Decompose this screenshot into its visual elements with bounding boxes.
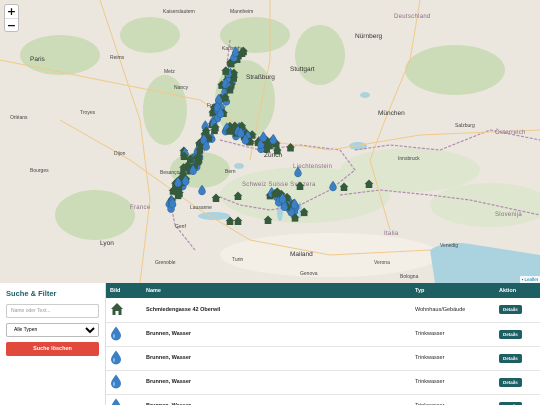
- house-marker[interactable]: [263, 215, 273, 225]
- search-input[interactable]: [6, 304, 99, 318]
- row-name: Brunnen, Wasser: [146, 379, 192, 385]
- row-type: Wohnhaus/Gebäude: [415, 306, 466, 313]
- table-header-row: Bild Name Typ Aktion: [106, 283, 540, 298]
- results-table: Bild Name Typ Aktion Schmiedengasse 42 O…: [106, 283, 540, 405]
- house-marker[interactable]: [225, 216, 235, 226]
- table-row[interactable]: Brunnen, Wasser Trinkwasser Details: [106, 346, 540, 370]
- details-button[interactable]: Details: [499, 377, 522, 387]
- water-marker[interactable]: [231, 46, 240, 57]
- map[interactable]: + − Kaiserslautern Mannheim Nürnberg Kar…: [0, 0, 540, 283]
- house-marker[interactable]: [221, 66, 231, 75]
- house-marker[interactable]: [295, 181, 305, 191]
- house-marker[interactable]: [299, 207, 309, 217]
- house-marker[interactable]: [233, 216, 243, 226]
- header-aktion: Aktion: [499, 287, 517, 294]
- row-name: Schmiedengasse 42 Oberwil: [146, 306, 221, 313]
- house-marker[interactable]: [364, 179, 374, 189]
- water-drop-icon: [110, 326, 122, 343]
- zoom-out-button[interactable]: −: [5, 18, 18, 32]
- map-attribution[interactable]: ▪ Leaflet: [519, 276, 540, 283]
- search-filter-panel: Suche & Filter Alle Typen Suche löschen: [0, 283, 106, 405]
- header-bild: Bild: [110, 287, 121, 294]
- zoom-in-button[interactable]: +: [5, 5, 18, 18]
- header-typ: Typ: [415, 287, 425, 294]
- zoom-control: + −: [4, 4, 19, 32]
- row-type: Trinkwasser: [415, 331, 445, 337]
- row-type: Trinkwasser: [415, 355, 445, 361]
- house-marker[interactable]: [339, 182, 349, 192]
- row-type: Trinkwasser: [415, 394, 499, 405]
- water-drop-icon: [110, 374, 122, 391]
- type-filter-select[interactable]: Alle Typen: [6, 323, 99, 337]
- details-button[interactable]: Details: [499, 401, 522, 405]
- table-row[interactable]: Schmiedengasse 42 Oberwil Wohnhaus/Gebäud…: [106, 298, 540, 322]
- row-type: Trinkwasser: [415, 379, 445, 385]
- details-button[interactable]: Details: [499, 305, 522, 315]
- clear-search-button[interactable]: Suche löschen: [6, 342, 99, 356]
- panel-title: Suche & Filter: [6, 289, 57, 298]
- water-marker[interactable]: [269, 133, 278, 145]
- row-name: Brunnen, Wasser: [146, 355, 192, 361]
- water-marker[interactable]: [198, 184, 206, 196]
- marker-layer: [165, 46, 374, 226]
- house-marker[interactable]: [233, 191, 243, 201]
- details-button[interactable]: Details: [499, 329, 522, 339]
- house-icon: [110, 302, 124, 318]
- water-marker[interactable]: [259, 131, 268, 142]
- water-drop-icon: [110, 350, 122, 367]
- row-name: Brunnen, Wasser: [146, 331, 192, 337]
- row-name: Brunnen, Wasser: [146, 394, 415, 405]
- house-marker[interactable]: [211, 193, 221, 203]
- table-row[interactable]: Brunnen, Wasser Trinkwasser Details: [106, 370, 540, 394]
- table-row[interactable]: Brunnen, Wasser Trinkwasser Details: [106, 322, 540, 346]
- water-marker[interactable]: [294, 166, 302, 178]
- header-name: Name: [146, 287, 161, 294]
- house-marker[interactable]: [286, 142, 296, 152]
- details-button[interactable]: Details: [499, 353, 522, 363]
- table-row[interactable]: Brunnen, WasserTrinkwasserDetails: [106, 394, 540, 405]
- attribution-link[interactable]: Leaflet: [524, 277, 538, 282]
- water-marker[interactable]: [329, 180, 337, 192]
